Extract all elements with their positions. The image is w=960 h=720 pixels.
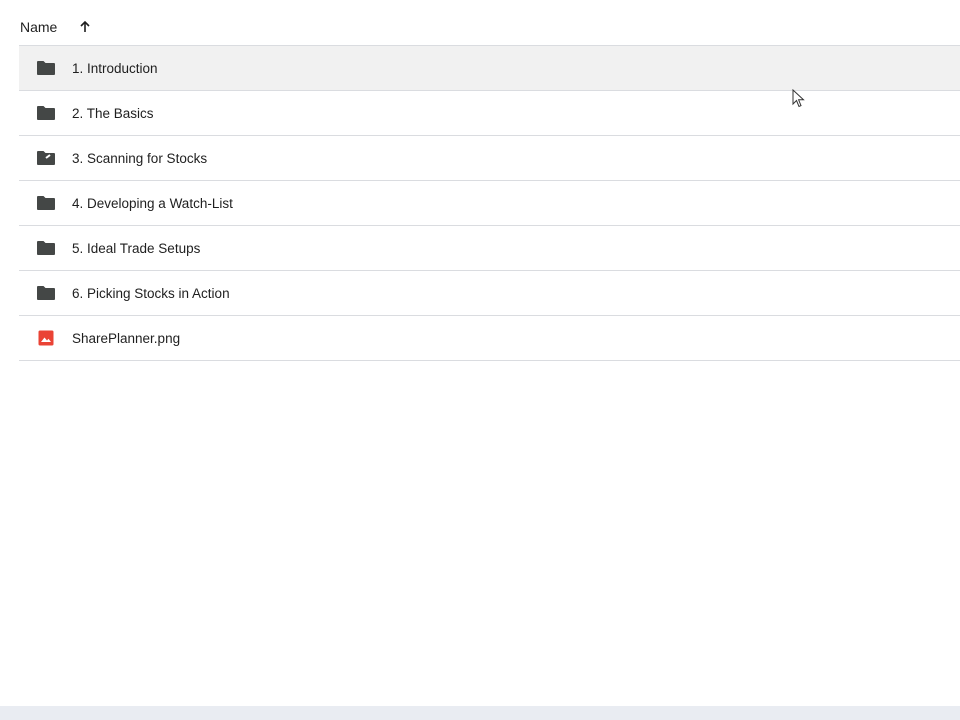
list-item[interactable]: 6. Picking Stocks in Action (19, 271, 960, 316)
shared-folder-icon (36, 148, 56, 168)
mouse-pointer-icon (792, 88, 806, 109)
list-item[interactable]: 4. Developing a Watch-List (19, 181, 960, 226)
arrow-up-icon[interactable] (77, 19, 93, 35)
file-browser: Name 1. Introduction 2. The Basics 3. Sc… (0, 0, 960, 720)
bottom-scroll-area (0, 706, 960, 720)
list-item[interactable]: 1. Introduction (19, 46, 960, 91)
file-name: 2. The Basics (72, 105, 154, 121)
list-item[interactable]: 3. Scanning for Stocks (19, 136, 960, 181)
file-name: SharePlanner.png (72, 330, 181, 346)
folder-icon (36, 193, 56, 213)
list-item[interactable]: 5. Ideal Trade Setups (19, 226, 960, 271)
folder-icon (36, 238, 56, 258)
file-list: 1. Introduction 2. The Basics 3. Scannin… (19, 45, 960, 361)
file-name: 4. Developing a Watch-List (72, 195, 233, 211)
column-header: Name (20, 14, 93, 40)
folder-icon (36, 58, 56, 78)
name-column-header[interactable]: Name (20, 19, 57, 35)
image-file-icon (36, 328, 56, 348)
folder-icon (36, 103, 56, 123)
file-name: 5. Ideal Trade Setups (72, 240, 201, 256)
folder-icon (36, 283, 56, 303)
list-item[interactable]: 2. The Basics (19, 91, 960, 136)
file-name: 6. Picking Stocks in Action (72, 285, 230, 301)
file-name: 1. Introduction (72, 60, 158, 76)
file-name: 3. Scanning for Stocks (72, 150, 208, 166)
list-item[interactable]: SharePlanner.png (19, 316, 960, 361)
